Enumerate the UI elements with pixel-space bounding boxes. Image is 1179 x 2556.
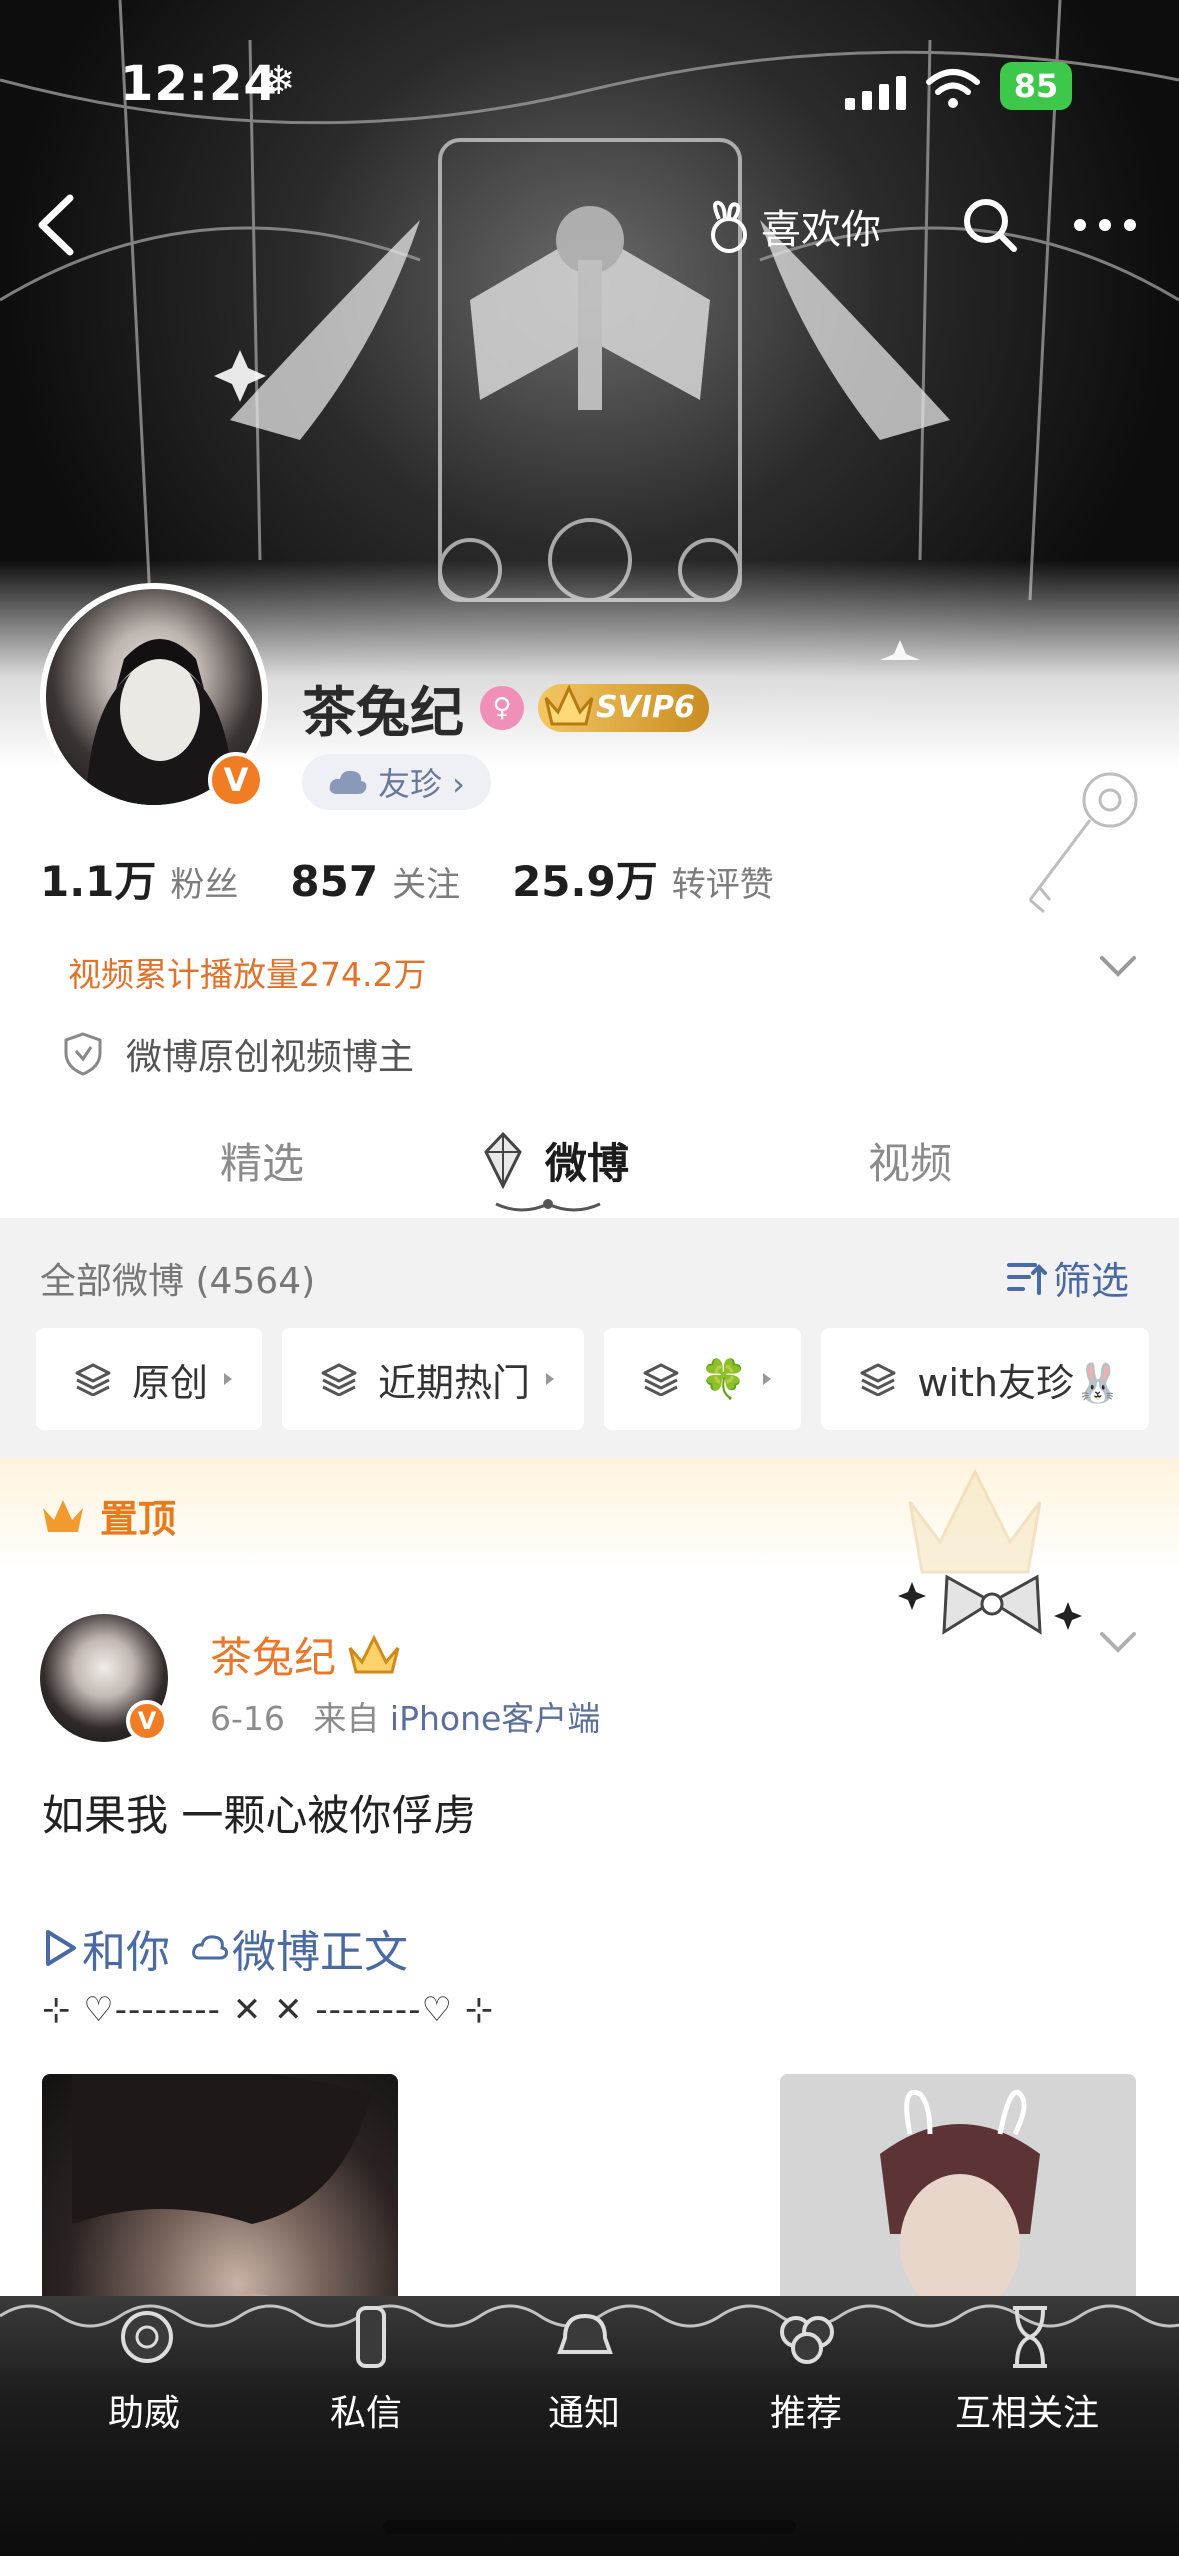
tab-mutual-follow[interactable]: 互相关注 (955, 2384, 1099, 2436)
friend-chip-label: 友珍 › (378, 765, 465, 803)
tab-cheer[interactable]: 助威 (108, 2384, 180, 2436)
rabbit-heart-icon (711, 200, 747, 253)
post-text: 如果我 一颗心被你俘虏 (42, 1791, 476, 1840)
weibo-article-link[interactable]: 微博正文 (192, 1916, 408, 1980)
wifi-icon (926, 69, 980, 108)
search-icon[interactable] (960, 195, 1020, 255)
play-icon (46, 1930, 76, 1966)
shield-icon (64, 1032, 102, 1076)
post-author-name: 茶兔纪 (210, 1633, 337, 1682)
friend-chip[interactable]: 友珍 › (302, 754, 491, 810)
post-meta: 6-16 来自 iPhone客户端 (210, 1692, 600, 1740)
pinned-label-row: 置顶 (40, 1488, 176, 1543)
post-date: 6-16 (210, 1699, 285, 1738)
layers-icon (321, 1363, 357, 1396)
following-label: 关注 (392, 865, 461, 905)
category-chips: 原创 近期热门 🍀 with友珍🐰 (36, 1328, 1169, 1430)
tab-messages[interactable]: 私信 (330, 2384, 402, 2436)
hourglass-icon (1013, 2306, 1047, 2368)
female-icon: ♀ (480, 685, 524, 730)
bow-sparkle-icon (898, 1574, 1082, 1635)
cellular-signal-icon (845, 76, 906, 110)
video-plays-summary: 视频累计播放量274.2万 (68, 955, 427, 994)
chip-clover[interactable]: 🍀 (604, 1328, 802, 1430)
snowflake-icon: ❄ (262, 58, 296, 104)
profile-stats: 1.1万 粉丝 857 关注 25.9万 转评赞 (40, 848, 826, 909)
message-icon (356, 2306, 386, 2368)
chip-label: with友珍🐰 (917, 1360, 1122, 1405)
layers-icon (643, 1363, 679, 1396)
chip-label: 近期热门 (378, 1360, 531, 1405)
more-options-icon[interactable] (1070, 205, 1140, 245)
certification-label: 微博原创视频博主 (126, 1037, 415, 1078)
notification-icon (557, 2313, 613, 2354)
followers-count: 1.1万 (40, 857, 157, 906)
chevron-down-icon[interactable] (1098, 952, 1138, 980)
tab-weibo[interactable]: 微博 (545, 1130, 629, 1191)
like-you-label: 喜欢你 (761, 207, 881, 253)
key-decoration-icon (1028, 772, 1138, 914)
post-from-label: 来自 (313, 1699, 380, 1738)
profile-tabs: 精选 微博 视频 (0, 1110, 1179, 1220)
layers-icon (75, 1363, 111, 1396)
filter-label: 筛选 (1053, 1259, 1130, 1303)
layers-icon (860, 1363, 896, 1396)
profile-name-row: 茶兔纪 ♀ SVIP6 (302, 668, 709, 747)
profile-name: 茶兔纪 (302, 681, 464, 744)
tab-notifications[interactable]: 通知 (548, 2384, 620, 2436)
chip-with-youzhen[interactable]: with友珍🐰 (821, 1328, 1150, 1430)
tab-video[interactable]: 视频 (868, 1130, 952, 1191)
svip-label: SVIP6 (596, 689, 695, 725)
crown-icon (544, 683, 594, 725)
pinned-label: 置顶 (100, 1497, 177, 1541)
back-arrow-icon[interactable] (30, 190, 90, 260)
play-link-label: 和你 (82, 1927, 170, 1978)
tab-recommend[interactable]: 推荐 (770, 2384, 842, 2436)
vip-crown-icon (348, 1634, 400, 1673)
active-tab-indicator (495, 1199, 601, 1212)
followers-label: 粉丝 (170, 865, 239, 905)
home-indicator[interactable] (383, 2520, 796, 2534)
status-time: 12:24 (120, 56, 278, 112)
chip-recent-hot[interactable]: 近期热门 (282, 1328, 585, 1430)
play-link[interactable]: 和你 (42, 1916, 170, 1980)
following-stat[interactable]: 857 关注 (290, 857, 460, 906)
post-author-row[interactable]: 茶兔纪 (210, 1624, 402, 1685)
post-links: 和你 微博正文 (42, 1916, 408, 1980)
caret-right-icon (224, 1373, 233, 1385)
chip-label: 🍀 (700, 1356, 748, 1401)
reposts-label: 转评赞 (671, 865, 774, 905)
crown-icon (43, 1499, 83, 1532)
caret-right-icon (546, 1373, 555, 1385)
followers-stat[interactable]: 1.1万 粉丝 (40, 848, 238, 909)
cheer-icon (121, 2311, 173, 2363)
battery-indicator: 85 (1000, 62, 1072, 110)
verified-badge: V (208, 752, 264, 808)
chip-original[interactable]: 原创 (36, 1328, 263, 1430)
status-bar: 12:24 ❄ 85 (0, 50, 1179, 130)
following-count: 857 (290, 857, 379, 906)
like-you-button[interactable]: 喜欢你 (705, 196, 881, 256)
all-weibo-count: 全部微博 (4564) (40, 1261, 316, 1302)
weibo-article-label: 微博正文 (232, 1927, 408, 1978)
certification-row[interactable]: 微博原创视频博主 (62, 1028, 414, 1080)
post-source[interactable]: iPhone客户端 (390, 1699, 600, 1738)
post-verified-badge: V (126, 1700, 168, 1742)
reposts-count: 25.9万 (512, 857, 658, 906)
cloud-icon (329, 770, 367, 794)
cloud-outline-icon (192, 1935, 228, 1960)
chip-label: 原创 (132, 1360, 209, 1405)
filter-icon (1007, 1262, 1047, 1295)
filter-button[interactable]: 筛选 (1005, 1250, 1129, 1305)
reposts-stat[interactable]: 25.9万 转评赞 (512, 848, 774, 909)
post-decoration-line: ⊹ ♡-------- ✕ ✕ --------♡ ⊹ (42, 1990, 495, 2030)
caret-right-icon (763, 1373, 772, 1385)
gem-icon (484, 1131, 522, 1190)
chevron-down-icon[interactable] (1098, 1628, 1138, 1656)
recommend-icon (780, 2316, 834, 2364)
tab-featured[interactable]: 精选 (220, 1130, 304, 1191)
svip-badge[interactable]: SVIP6 (538, 683, 709, 732)
